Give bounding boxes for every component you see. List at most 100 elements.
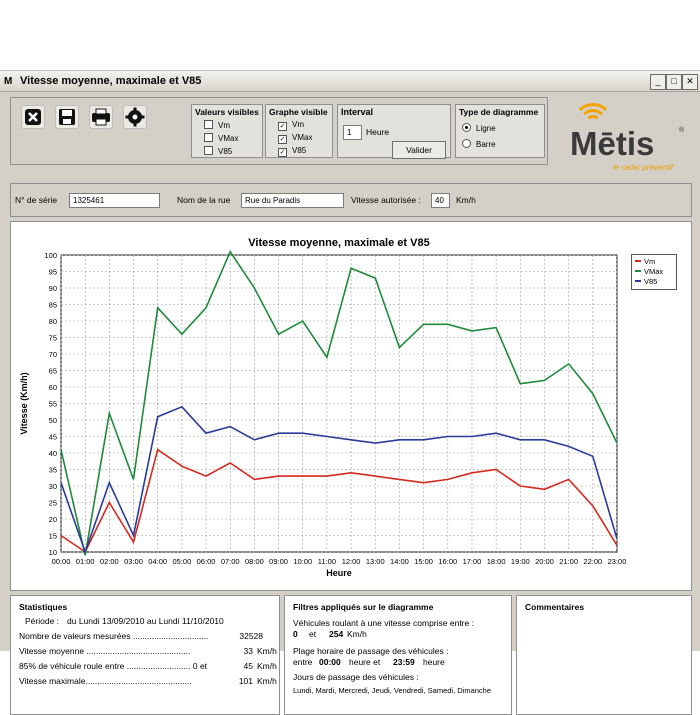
save-icon[interactable]: [55, 105, 79, 129]
title-bar: M Vitesse moyenne, maximale et V85 _ □ ✕: [0, 71, 700, 92]
stat-value: 101: [238, 676, 253, 686]
filters-title: Filtres appliqués sur le diagramme: [293, 602, 434, 612]
graphe-v85-checkbox[interactable]: ✓ V85: [278, 146, 306, 157]
window-title: Vitesse moyenne, maximale et V85: [20, 75, 202, 87]
minimize-icon[interactable]: _: [650, 74, 666, 90]
x-tick-label: 18:00: [487, 557, 506, 566]
x-tick-label: 23:00: [608, 557, 627, 566]
filter-vmin: 0: [293, 629, 298, 639]
logo-tagline: le radar préventif: [613, 163, 674, 172]
filter-hstart: 00:00: [319, 657, 341, 667]
y-tick-label: 55: [49, 400, 57, 409]
stats-title: Statistiques: [19, 602, 68, 612]
y-tick-label: 65: [49, 367, 57, 376]
serie-label: N° de série: [15, 195, 58, 205]
valeurs-vmax-checkbox[interactable]: VMax: [204, 133, 238, 143]
graphe-vmax-checkbox[interactable]: ✓ VMax: [278, 133, 312, 144]
metis-logo: Mētis ® le radar préventif: [565, 101, 690, 172]
periode-label: Période :: [25, 616, 60, 626]
stat-label: 85% de véhicule roule entre ............…: [19, 661, 208, 671]
y-tick-label: 70: [49, 350, 57, 359]
valeurs-v85-checkbox[interactable]: V85: [204, 146, 232, 156]
stat-unit: Km/h: [257, 661, 277, 671]
y-tick-label: 90: [49, 284, 57, 293]
x-tick-label: 00:00: [52, 557, 71, 566]
print-icon[interactable]: [89, 105, 113, 129]
stat-label: Vitesse maximale........................…: [19, 676, 192, 686]
type-diagramme-title: Type de diagramme: [459, 107, 539, 117]
filter-hours-label: Plage horaire de passage des véhicules :: [293, 646, 449, 656]
y-tick-label: 45: [49, 433, 57, 442]
legend-label: V85: [644, 277, 658, 286]
app-window: M Vitesse moyenne, maximale et V85 _ □ ✕…: [0, 70, 700, 715]
valeurs-visibles-title: Valeurs visibles: [195, 107, 259, 117]
checkbox-icon[interactable]: [204, 146, 213, 155]
rue-field[interactable]: Rue du Paradis: [241, 193, 344, 208]
checkbox-icon[interactable]: [204, 120, 213, 129]
type-diagramme-group: Type de diagramme Ligne Barre: [455, 104, 545, 158]
y-tick-label: 20: [49, 515, 57, 524]
radio-icon[interactable]: [462, 139, 471, 148]
valider-button[interactable]: Valider: [392, 141, 446, 159]
serie-field[interactable]: 1325461: [69, 193, 160, 208]
info-bar: N° de série 1325461 Nom de la rue Rue du…: [10, 183, 692, 217]
interval-group: Interval 1 Heure Valider: [337, 104, 451, 159]
filter-heure-et: heure et: [349, 657, 381, 667]
radio-label: Barre: [476, 140, 496, 149]
x-tick-label: 06:00: [197, 557, 216, 566]
comments-title: Commentaires: [525, 602, 585, 612]
x-tick-label: 08:00: [245, 557, 264, 566]
stats-panel: Statistiques Période : du Lundi 13/09/20…: [10, 595, 280, 715]
periode-value: du Lundi 13/09/2010 au Lundi 11/10/2010: [67, 616, 224, 626]
stat-value: 32528: [239, 631, 263, 641]
radio-label: Ligne: [476, 124, 496, 133]
x-tick-label: 14:00: [390, 557, 409, 566]
close-icon[interactable]: [21, 105, 45, 129]
valeurs-visibles-group: Valeurs visibles Vm VMax V85: [191, 104, 263, 158]
settings-icon[interactable]: [123, 105, 147, 129]
checkbox-icon[interactable]: [204, 133, 213, 142]
interval-unit: Heure: [366, 127, 390, 137]
barre-radio[interactable]: Barre: [462, 139, 496, 149]
checkmark-icon[interactable]: ✓: [278, 122, 287, 131]
chart-panel: 10 15 20 25 30 35 40 45 50 55 60 65 70 75 80 85 90 95 100 0…: [10, 221, 692, 591]
x-tick-label: 09:00: [269, 557, 288, 566]
maximize-icon[interactable]: □: [666, 74, 682, 90]
graphe-vm-checkbox[interactable]: ✓ Vm: [278, 120, 304, 131]
chart-title: Vitesse moyenne, maximale et V85: [248, 237, 429, 249]
y-tick-label: 35: [49, 466, 57, 475]
vitesse-label: Vitesse autorisée :: [351, 195, 421, 205]
filter-et: et: [309, 629, 317, 639]
x-tick-label: 16:00: [438, 557, 457, 566]
graphe-visible-group: Graphe visible ✓ Vm ✓ VMax ✓ V85: [265, 104, 333, 158]
y-tick-label: 95: [49, 268, 57, 277]
vitesse-unit: Km/h: [456, 195, 476, 205]
x-tick-label: 20:00: [535, 557, 554, 566]
filter-speed-label: Véhicules roulant à une vitesse comprise…: [293, 618, 474, 628]
x-tick-label: 07:00: [221, 557, 240, 566]
x-tick-label: 22:00: [583, 557, 602, 566]
ligne-radio[interactable]: Ligne: [462, 123, 496, 133]
speed-chart: 10 15 20 25 30 35 40 45 50 55 60 65 70 75 80 85 90 95 100 0…: [19, 237, 627, 578]
filter-hend: 23:59: [393, 657, 415, 667]
checkmark-icon[interactable]: ✓: [278, 148, 287, 157]
y-tick-label: 100: [44, 251, 57, 260]
x-tick-label: 04:00: [148, 557, 167, 566]
checkbox-label: VMax: [292, 133, 313, 142]
vitesse-field[interactable]: 40: [431, 193, 450, 208]
checkbox-label: Vm: [292, 120, 304, 129]
filter-vmax: 254: [329, 629, 344, 639]
y-tick-label: 50: [49, 416, 57, 425]
checkmark-icon[interactable]: ✓: [278, 135, 287, 144]
close-window-icon[interactable]: ✕: [682, 74, 698, 90]
valeurs-vm-checkbox[interactable]: Vm: [204, 120, 230, 130]
interval-input[interactable]: 1: [343, 125, 362, 140]
y-tick-label: 85: [49, 301, 57, 310]
rue-label: Nom de la rue: [177, 195, 231, 205]
stat-value: 33: [243, 646, 253, 656]
filter-days-value: Lundi, Mardi, Mercredi, Jeudi, Vendredi,…: [293, 686, 492, 695]
x-tick-label: 17:00: [463, 557, 482, 566]
radio-icon[interactable]: [462, 123, 471, 132]
checkbox-label: V85: [218, 147, 233, 156]
y-tick-label: 60: [49, 383, 57, 392]
